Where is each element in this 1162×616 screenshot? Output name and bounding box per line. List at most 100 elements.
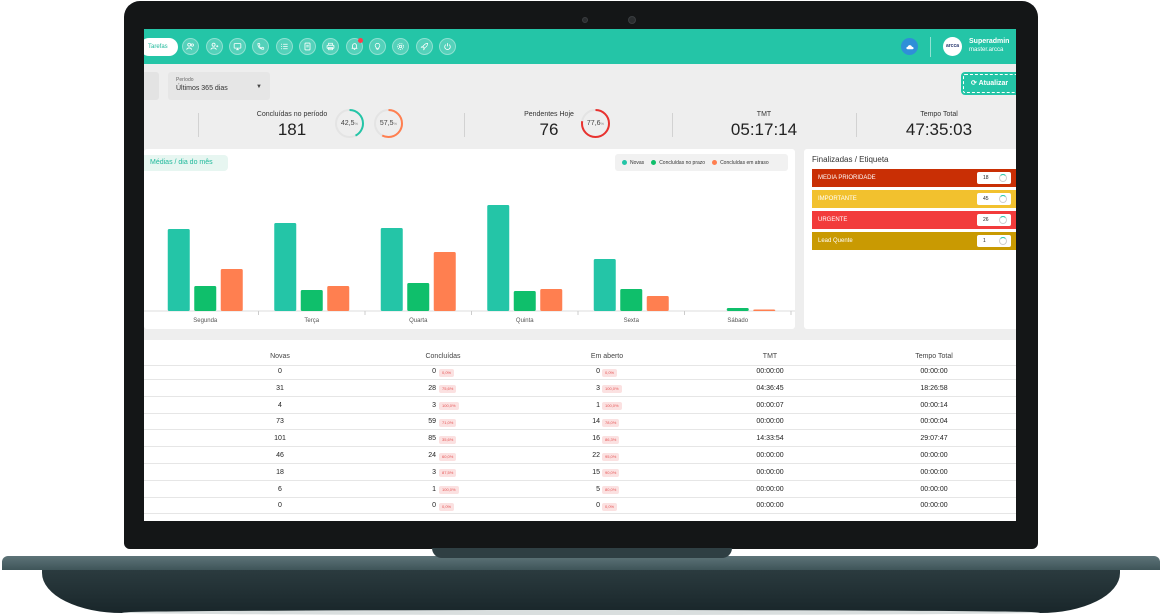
cell-tempo-total: 00:00:00 [920, 468, 948, 476]
tag-label: Lead Quente [818, 238, 853, 244]
bar-conclu-das-no-prazo-sábado[interactable] [726, 308, 749, 311]
avatar[interactable]: arcca [943, 37, 962, 56]
laptop-shadow [122, 610, 1040, 615]
cell-novas: 73 [276, 418, 284, 426]
tasks-label: Tarefas [148, 44, 168, 50]
laptop-base [2, 548, 1160, 615]
settings-icon[interactable] [392, 38, 409, 55]
x-tick-label: Segunda [193, 318, 218, 324]
cell-novas: 6 [278, 485, 282, 493]
bar-conclu-das-em-atraso-quarta[interactable] [433, 252, 456, 311]
weekday-chart-card: Médias / dia do mês Novas Concluídas no … [144, 149, 795, 329]
refresh-button[interactable]: ⟳ Atualizar [961, 72, 1016, 95]
column-header-em-aberto[interactable]: Em aberto [547, 353, 667, 360]
period-select[interactable]: Período Últimos 365 dias ▼ [168, 72, 270, 100]
table-header-divider [144, 365, 1016, 366]
column-header-concluidas[interactable]: Concluídas [383, 353, 503, 360]
bar-novas-quarta[interactable] [380, 228, 403, 311]
tag-count: 1 [977, 235, 1011, 247]
bar-conclu-das-em-atraso-terça[interactable] [327, 286, 350, 311]
user-plus-icon[interactable] [206, 38, 223, 55]
user-name[interactable]: Superadmin [969, 38, 1009, 45]
cell-em-aberto: 16 [592, 435, 600, 443]
bar-conclu-das-em-atraso-segunda[interactable] [220, 269, 243, 311]
tag-count: 18 [977, 172, 1011, 184]
cell-concluidas: 1 [432, 485, 436, 493]
tag-row[interactable]: MEDIA PRIORIDADE 18 [812, 169, 1016, 187]
cell-novas: 0 [278, 368, 282, 375]
bar-conclu-das-no-prazo-segunda[interactable] [194, 286, 217, 311]
row-divider [144, 429, 1016, 431]
bar-novas-segunda[interactable] [167, 229, 190, 311]
summary-table: Novas Concluídas Em aberto TMT Tempo Tot… [144, 340, 1016, 521]
phone-icon[interactable] [252, 38, 269, 55]
tag-label: MEDIA PRIORIDADE [818, 175, 876, 181]
cell-em-aberto: 0 [596, 368, 600, 375]
percent-badge: 35,6% [439, 435, 457, 444]
cell-em-aberto: 0 [596, 502, 600, 510]
bar-novas-terça[interactable] [274, 223, 297, 311]
cell-tmt: 00:00:00 [756, 502, 784, 510]
cell-tempo-total: 18:26:58 [920, 384, 948, 392]
cell-tmt: 00:00:00 [756, 485, 784, 493]
cell-concluidas: 28 [428, 384, 436, 392]
cell-tempo-total: 00:00:00 [920, 485, 948, 493]
refresh-icon: ⟳ [971, 80, 977, 87]
document-icon[interactable] [299, 38, 316, 55]
percent-badge: 0,0% [602, 368, 618, 377]
percent-badge: 86,3% [602, 435, 620, 444]
cell-novas: 0 [278, 502, 282, 510]
cell-tmt: 00:00:00 [756, 418, 784, 426]
cell-tempo-total: 00:00:00 [920, 452, 948, 459]
cell-concluidas: 85 [428, 435, 436, 443]
bar-conclu-das-em-atraso-sexta[interactable] [646, 296, 669, 311]
notification-dot [358, 38, 363, 43]
cell-em-aberto: 15 [592, 468, 600, 476]
cell-novas: 101 [274, 435, 286, 443]
bar-conclu-das-no-prazo-quinta[interactable] [513, 291, 536, 311]
tag-count-value: 26 [983, 217, 989, 223]
cell-tmt: 00:00:07 [756, 401, 784, 409]
bar-novas-sexta[interactable] [593, 259, 616, 311]
percent-badge: 100,0% [439, 486, 459, 495]
x-tick-label: Sábado [727, 318, 748, 324]
bar-conclu-das-no-prazo-sexta[interactable] [620, 289, 643, 311]
sidebar-toggle[interactable] [144, 72, 159, 100]
bar-conclu-das-no-prazo-terça[interactable] [300, 290, 323, 311]
lightbulb-icon[interactable] [369, 38, 386, 55]
top-navbar: Tarefas arcca Superadmin master.arcca [144, 29, 1016, 64]
row-divider [144, 412, 1016, 414]
tasks-button[interactable]: Tarefas [144, 38, 178, 56]
tag-row[interactable]: Lead Quente 1 [812, 232, 1016, 250]
rocket-icon[interactable] [416, 38, 433, 55]
tag-row[interactable]: URGENTE 26 [812, 211, 1016, 229]
column-header-tmt[interactable]: TMT [710, 353, 830, 360]
list-icon[interactable] [276, 38, 293, 55]
tag-row[interactable]: IMPORTANTE 45 [812, 190, 1016, 208]
printer-icon[interactable] [322, 38, 339, 55]
bar-novas-quinta[interactable] [487, 205, 510, 311]
row-divider [144, 446, 1016, 448]
bar-conclu-das-em-atraso-quinta[interactable] [540, 289, 563, 311]
column-header-novas[interactable]: Novas [220, 353, 340, 360]
cell-novas: 4 [278, 401, 282, 409]
users-icon[interactable] [182, 38, 199, 55]
stats-divider [672, 113, 673, 137]
bar-conclu-das-em-atraso-sábado[interactable] [753, 309, 776, 312]
cell-tempo-total: 00:00:00 [920, 502, 948, 510]
row-divider [144, 463, 1016, 464]
avatar-logo-text: arcca [945, 43, 960, 49]
camera-sensor [582, 17, 588, 23]
cell-novas: 46 [276, 452, 284, 459]
column-header-tempo-total[interactable]: Tempo Total [874, 353, 994, 360]
laptop-hinge [432, 548, 732, 558]
cloud-icon[interactable] [901, 38, 918, 55]
bar-conclu-das-no-prazo-quarta[interactable] [407, 283, 430, 311]
power-icon[interactable] [439, 38, 456, 55]
percent-badge: 100,0% [439, 402, 459, 411]
stats-divider [464, 113, 465, 137]
bell-icon[interactable] [346, 38, 363, 55]
progress-ring-icon [999, 174, 1007, 182]
cell-concluidas: 24 [428, 452, 436, 459]
monitor-icon[interactable] [229, 38, 246, 55]
